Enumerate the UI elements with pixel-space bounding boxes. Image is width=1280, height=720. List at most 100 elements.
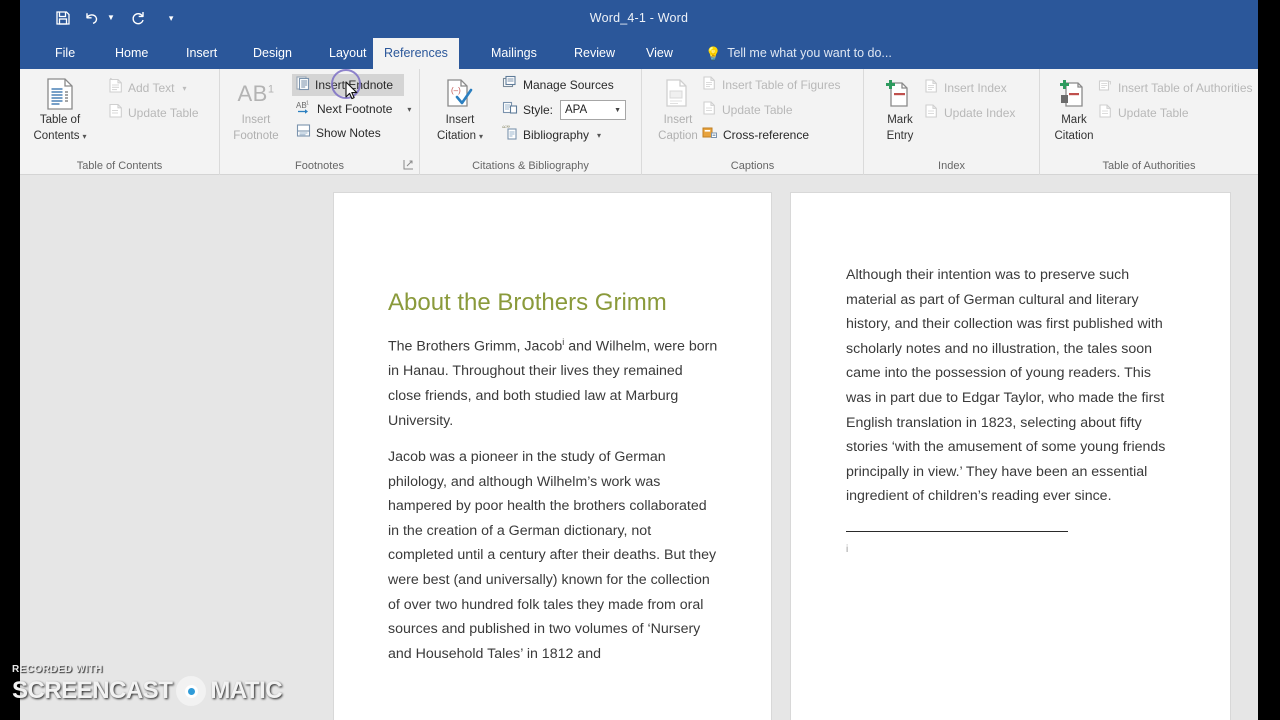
- tab-view[interactable]: View: [635, 38, 684, 69]
- insert-table-of-authorities-button[interactable]: Insert Table of Authorities: [1094, 77, 1257, 99]
- ribbon: Table of Contents ▾ Add Text ▾ Update Ta…: [20, 69, 1258, 175]
- insert-table-of-figures-button[interactable]: Insert Table of Figures: [698, 74, 845, 96]
- update-table-toc-button[interactable]: Update Table: [104, 102, 203, 124]
- table-of-contents-icon: [46, 77, 74, 111]
- group-label-table-of-authorities: Table of Authorities: [1102, 160, 1196, 172]
- mark-entry-label-line2: Entry: [886, 130, 914, 142]
- tell-me-search[interactable]: 💡 Tell me what you want to do...: [705, 38, 892, 69]
- tab-file[interactable]: File: [44, 38, 86, 69]
- table-of-contents-label-line1: Table of: [39, 114, 81, 126]
- manage-sources-icon: [502, 75, 518, 96]
- manage-sources-button[interactable]: Manage Sources: [498, 74, 618, 96]
- tab-design[interactable]: Design: [242, 38, 303, 69]
- insert-table-of-figures-label: Insert Table of Figures: [722, 78, 841, 92]
- document-paragraph-1: The Brothers Grimm, Jacobi and Wilhelm, …: [388, 330, 718, 433]
- mark-entry-label-line1: Mark: [887, 114, 913, 126]
- citation-style-row: Style:: [498, 99, 557, 121]
- window-title: Word_4-1 - Word: [589, 11, 689, 25]
- next-footnote-icon: AB 1: [296, 99, 312, 120]
- insert-citation-button[interactable]: (–) Insert Citation ▾: [428, 73, 492, 153]
- insert-footnote-label-line1: Insert: [241, 114, 271, 126]
- tab-mailings[interactable]: Mailings: [480, 38, 548, 69]
- mark-citation-label-line2: Citation: [1054, 130, 1094, 142]
- insert-citation-icon: (–): [445, 77, 475, 111]
- cross-reference-icon: [702, 126, 718, 145]
- document-page-1[interactable]: About the Brothers Grimm The Brothers Gr…: [334, 193, 771, 720]
- endnote-separator: [846, 530, 1068, 532]
- endnote-number[interactable]: i: [846, 544, 1179, 555]
- ribbon-tab-strip: File Home Insert Design Layout Reference…: [20, 38, 1258, 69]
- manage-sources-label: Manage Sources: [523, 78, 614, 92]
- ribbon-group-footnotes: AB1 Insert Footnote Insert Endnote AB 1 …: [220, 69, 420, 175]
- insert-index-label: Insert Index: [944, 81, 1007, 95]
- mark-citation-label-line1: Mark: [1061, 114, 1087, 126]
- insert-footnote-icon: AB1: [237, 81, 275, 106]
- insert-index-icon: [924, 78, 939, 99]
- insert-index-button[interactable]: Insert Index: [920, 77, 1011, 99]
- tab-references[interactable]: References: [373, 38, 459, 69]
- bibliography-label: Bibliography: [523, 128, 590, 142]
- insert-citation-label-line2: Citation ▾: [436, 130, 483, 142]
- tab-home[interactable]: Home: [104, 38, 159, 69]
- tab-insert[interactable]: Insert: [175, 38, 228, 69]
- insert-table-of-authorities-label: Insert Table of Authorities: [1118, 81, 1253, 95]
- page-1-body: About the Brothers Grimm The Brothers Gr…: [388, 283, 718, 666]
- update-table-captions-button[interactable]: Update Table: [698, 99, 797, 121]
- show-notes-icon: [296, 123, 311, 143]
- next-footnote-button[interactable]: AB 1 Next Footnote ▾: [292, 98, 415, 120]
- word-window: ▼ ▾ Word_4-1 - Word File Home Insert Des…: [20, 0, 1258, 720]
- update-table-authorities-icon: [1098, 103, 1113, 124]
- paragraph-1-text-before-note: The Brothers Grimm, Jacob: [388, 338, 563, 355]
- title-bar: ▼ ▾ Word_4-1 - Word: [20, 0, 1258, 38]
- add-text-caret-icon: ▾: [182, 83, 187, 93]
- update-table-captions-label: Update Table: [722, 103, 793, 117]
- group-label-footnotes: Footnotes: [295, 160, 344, 172]
- page-2-body: Although their intention was to preserve…: [846, 263, 1179, 555]
- svg-text:1: 1: [306, 100, 309, 106]
- document-page-2[interactable]: Although their intention was to preserve…: [791, 193, 1230, 720]
- document-canvas[interactable]: About the Brothers Grimm The Brothers Gr…: [20, 176, 1258, 720]
- ribbon-group-table-of-contents: Table of Contents ▾ Add Text ▾ Update Ta…: [20, 69, 220, 175]
- mark-entry-icon: [885, 77, 915, 111]
- insert-endnote-button[interactable]: Insert Endnote: [292, 74, 404, 96]
- insert-endnote-icon: [296, 75, 310, 96]
- add-text-label: Add Text: [128, 81, 175, 95]
- lightbulb-icon: 💡: [705, 46, 722, 61]
- style-icon: [502, 100, 518, 121]
- add-text-button[interactable]: Add Text ▾: [104, 77, 191, 99]
- bibliography-caret-icon[interactable]: ▾: [597, 131, 601, 140]
- update-table-captions-icon: [702, 100, 717, 121]
- mark-citation-icon: [1058, 77, 1090, 111]
- citation-style-dropdown[interactable]: APA ▼: [560, 100, 626, 120]
- footnotes-dialog-launcher-icon[interactable]: [403, 159, 415, 171]
- insert-caption-label-line1: Insert: [663, 114, 693, 126]
- table-of-contents-button[interactable]: Table of Contents ▾: [28, 73, 92, 153]
- cross-reference-label: Cross-reference: [723, 128, 810, 142]
- cross-reference-button[interactable]: Cross-reference: [698, 124, 813, 146]
- bibliography-button[interactable]: “” Bibliography ▾: [498, 124, 605, 146]
- tab-review[interactable]: Review: [563, 38, 626, 69]
- ribbon-group-table-of-authorities: Mark Citation Insert Table of Authoritie…: [1040, 69, 1258, 175]
- add-text-icon: [108, 77, 123, 99]
- update-table-toc-label: Update Table: [128, 106, 199, 120]
- screen: ▼ ▾ Word_4-1 - Word File Home Insert Des…: [0, 0, 1280, 720]
- update-index-button[interactable]: Update Index: [920, 102, 1019, 124]
- tab-layout[interactable]: Layout: [318, 38, 378, 69]
- chevron-down-icon: ▼: [614, 106, 621, 114]
- bibliography-icon: “”: [502, 124, 518, 146]
- next-footnote-caret-icon[interactable]: ▾: [407, 105, 411, 114]
- document-paragraph-2: Jacob was a pioneer in the study of Germ…: [388, 449, 717, 662]
- svg-text:(–): (–): [451, 86, 461, 95]
- insert-table-of-figures-icon: [702, 75, 717, 96]
- document-heading: About the Brothers Grimm: [388, 289, 667, 316]
- update-table-authorities-button[interactable]: Update Table: [1094, 102, 1193, 124]
- insert-footnote-button[interactable]: AB1 Insert Footnote: [224, 73, 288, 153]
- group-label-captions: Captions: [730, 160, 775, 172]
- show-notes-label: Show Notes: [316, 126, 381, 140]
- show-notes-button[interactable]: Show Notes: [292, 122, 385, 144]
- group-label-table-of-contents: Table of Contents: [76, 160, 163, 172]
- insert-caption-icon: [664, 77, 692, 111]
- update-index-label: Update Index: [944, 106, 1016, 120]
- insert-table-of-authorities-icon: [1098, 78, 1113, 99]
- style-label: Style:: [523, 103, 554, 117]
